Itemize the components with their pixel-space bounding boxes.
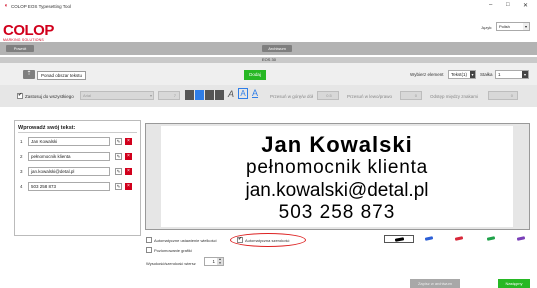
stamp-value: 1 <box>498 72 501 77</box>
preview-line-1: Jan Kowalski <box>261 132 413 157</box>
text-line-input-2[interactable]: pełnomocnik klienta <box>28 152 110 161</box>
align-right-icon[interactable] <box>205 90 214 100</box>
select-element-value: Tekst(1) <box>451 72 468 77</box>
add-line-icon-button[interactable]: ⇡ <box>23 70 35 79</box>
italic-icon[interactable]: A <box>228 89 234 99</box>
auto-width-checkbox[interactable]: ✔ <box>237 236 243 243</box>
maximize-button[interactable]: □ <box>506 2 510 8</box>
line-number: 3 <box>20 169 23 174</box>
delete-icon[interactable]: × <box>125 153 132 160</box>
line-number: 1 <box>20 139 23 144</box>
shift-vertical-field[interactable]: 0.5 <box>317 91 339 100</box>
char-spacing-label: Odstęp między znakami <box>430 94 479 99</box>
shift-horizontal-label: Przesuń w lewo/prawo <box>347 94 393 99</box>
text-line-input-4[interactable]: 503 258 873 <box>28 182 110 191</box>
text-panel-title: Wprowadź swój tekst: <box>18 125 76 131</box>
line-height-label: Wysokość/szerokość wiersz <box>146 261 196 266</box>
auto-size-label: Automatyczne ustawienie wielkości <box>154 238 217 243</box>
colop-logo: COLOP MARKING SOLUTIONS <box>3 22 63 44</box>
shift-horizontal-field[interactable]: 0 <box>400 91 422 100</box>
title-bar: ◖ COLOP EOS Typesetting Tool – □ ✕ <box>0 0 537 22</box>
edit-icon[interactable]: ✎ <box>115 168 122 175</box>
archive-button[interactable]: Archiwum <box>262 45 292 52</box>
select-element-label: Wybierz element <box>410 72 444 77</box>
char-spacing-value: 0 <box>510 93 513 98</box>
language-value: Polish <box>499 24 510 29</box>
apply-all-checkbox[interactable]: ✔ <box>17 92 23 99</box>
line-height-value: 1 <box>212 259 215 264</box>
align-center-icon[interactable] <box>195 90 204 100</box>
chevron-down-icon: ▾ <box>470 71 475 78</box>
language-label: Język: <box>481 25 493 30</box>
shift-vertical-value: 0.5 <box>326 93 332 98</box>
add-button[interactable]: Dodaj <box>244 70 266 80</box>
ink-color-swatch[interactable] <box>384 235 414 243</box>
ink-color-swatch[interactable] <box>424 236 434 241</box>
chevron-down-icon: ▾ <box>523 23 529 30</box>
shift-horizontal-value: 0 <box>414 93 417 98</box>
ink-color-swatch[interactable] <box>454 236 464 241</box>
shift-vertical-label: Przesuń w górę/w dół <box>270 94 314 99</box>
language-select[interactable]: Polish ▾ <box>496 22 530 31</box>
stamp-preview: Jan Kowalski pełnomocnik klienta jan.kow… <box>161 126 513 227</box>
font-value: Arial <box>83 93 92 98</box>
text-line-input-3[interactable]: jan.kowalski@detal.pl <box>28 167 110 176</box>
apply-all-label: Zastosuj do wszystkiego <box>25 94 74 99</box>
preview-line-2: pełnomocnik klienta <box>245 157 429 178</box>
auto-width-label: Automatyczna szerokość <box>245 238 290 243</box>
minimize-button[interactable]: – <box>489 2 492 8</box>
ink-pen-icon <box>394 237 405 242</box>
horizontal-graphic-label: Poziomowanie grafiki <box>154 248 192 253</box>
font-size-field[interactable]: 7 <box>158 91 180 100</box>
stamp-dropdown[interactable]: 1 ▾ <box>495 70 529 79</box>
ink-color-swatch[interactable] <box>486 236 496 241</box>
preview-line-3: jan.kowalski@detal.pl <box>245 180 429 201</box>
edit-icon[interactable]: ✎ <box>115 183 122 190</box>
edit-icon[interactable]: ✎ <box>115 138 122 145</box>
edit-icon[interactable]: ✎ <box>115 153 122 160</box>
delete-icon[interactable]: × <box>125 138 132 145</box>
line-number: 2 <box>20 154 23 159</box>
chevron-down-icon: ▾ <box>149 93 152 98</box>
next-button[interactable]: Następny <box>498 279 530 288</box>
delete-icon[interactable]: × <box>125 168 132 175</box>
stamp-label: Stałka <box>480 72 493 77</box>
auto-size-checkbox[interactable] <box>146 237 152 243</box>
align-left-icon[interactable] <box>185 90 194 100</box>
window-title: COLOP EOS Typesetting Tool <box>11 4 72 9</box>
ink-color-swatch[interactable] <box>516 236 526 241</box>
line-height-field[interactable]: 1 ▴ ▾ <box>204 257 224 266</box>
stepper-icon[interactable]: ▴ ▾ <box>217 257 223 265</box>
select-element-dropdown[interactable]: Tekst(1) ▾ <box>448 70 476 79</box>
add-text-area-button[interactable]: Ponad obszar tekstu <box>37 71 87 80</box>
horizontal-graphic-checkbox[interactable] <box>146 247 152 253</box>
chevron-down-icon: ▾ <box>522 71 528 78</box>
font-size-value: 7 <box>173 93 176 98</box>
text-panel-divider <box>18 132 137 133</box>
delete-icon[interactable]: × <box>125 183 132 190</box>
text-line-input-1[interactable]: Jan Kowalski <box>28 137 110 146</box>
align-justify-icon[interactable] <box>215 90 224 100</box>
line-number: 4 <box>20 184 23 189</box>
font-select[interactable]: Arial ▾ <box>80 91 154 100</box>
preview-line-4: 503 258 873 <box>278 202 396 223</box>
back-button[interactable]: Powrót <box>6 45 34 52</box>
logo-brand: COLOP <box>3 22 54 39</box>
bold-icon[interactable]: A <box>238 88 248 99</box>
save-archive-button[interactable]: Zapisz w archiwum <box>410 279 460 288</box>
close-button[interactable]: ✕ <box>523 2 528 9</box>
char-spacing-field[interactable]: 0 <box>488 91 518 100</box>
underline-icon[interactable]: A <box>252 88 258 98</box>
app-icon: ◖ <box>4 3 8 9</box>
